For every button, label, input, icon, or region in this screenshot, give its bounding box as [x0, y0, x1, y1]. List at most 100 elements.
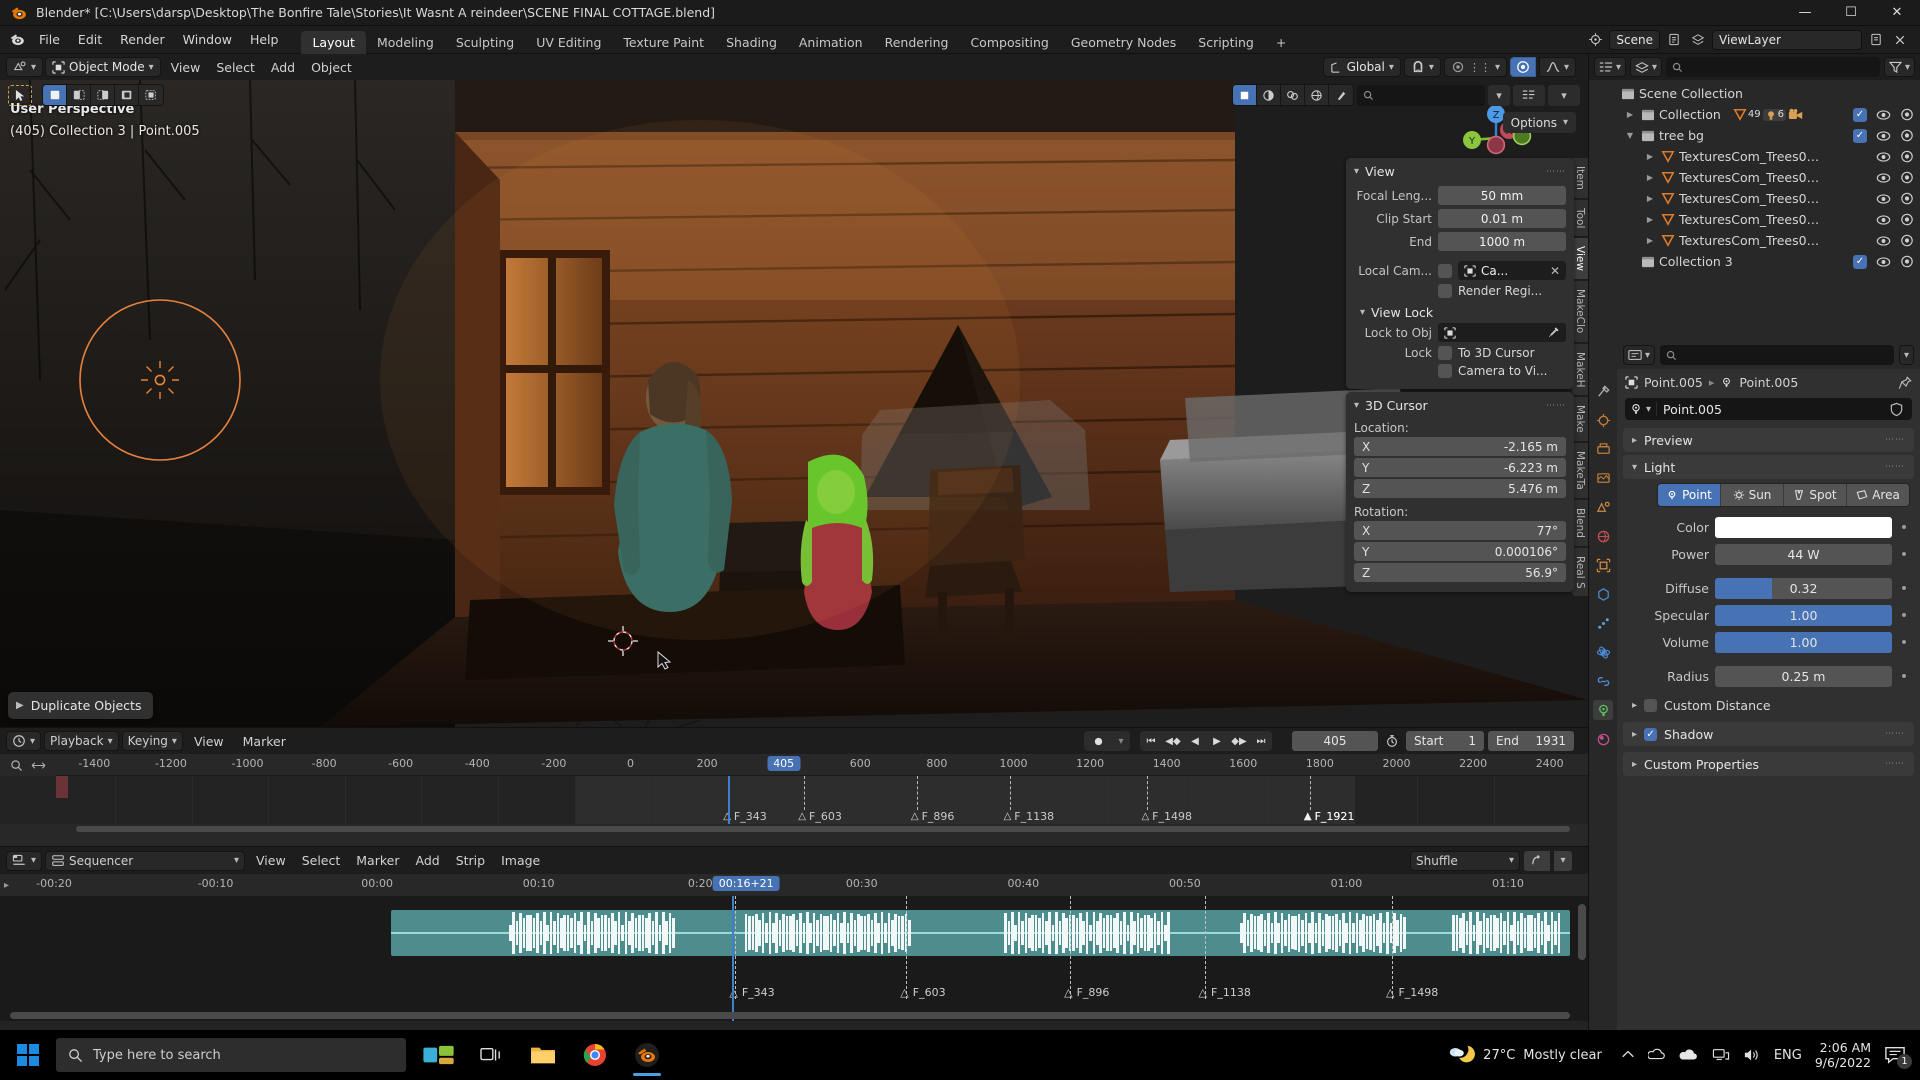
timeline-keyframe-track[interactable]: △F_343△F_603△F_896△F_1138△F_1498△F_1921▲…: [0, 776, 1588, 824]
tab-object-data[interactable]: [1593, 700, 1613, 720]
viewport-menu-object[interactable]: Object: [303, 58, 360, 77]
transform-orientation-selector[interactable]: Global ▾: [1322, 57, 1401, 77]
properties-editor[interactable]: ▾ ▾ Point.005 ▸ Point.005 ▾ Point.005 ▸ …: [1588, 341, 1920, 1032]
workspace-tab-modeling[interactable]: Modeling: [366, 31, 445, 54]
expand-toggle-icon[interactable]: ▼: [1623, 131, 1637, 140]
sequencer-marker[interactable]: △ F_1498: [1386, 986, 1438, 999]
language-indicator[interactable]: ENG: [1774, 1048, 1802, 1063]
taskbar-clock[interactable]: 2:06 AM 9/6/2022: [1815, 1040, 1871, 1070]
workspace-tab-layout[interactable]: Layout: [301, 30, 366, 54]
disable-in-renders-icon[interactable]: [1900, 108, 1914, 121]
viewport-sidebar-npanel[interactable]: ▾ View ⋯⋯ Focal Leng... 50 mm Clip Start 0.…: [1346, 158, 1574, 595]
workspace-tab-geometry-nodes[interactable]: Geometry Nodes: [1060, 31, 1187, 54]
sequencer-marker[interactable]: △ F_603: [900, 986, 945, 999]
outliner-tree[interactable]: Scene Collection ▶ Collection 49 6 ✓ ▼ tree bg ✓…: [1589, 80, 1920, 275]
outliner-item-name[interactable]: TexturesCom_Trees0…: [1679, 170, 1819, 185]
exclude-checkbox[interactable]: ✓: [1853, 254, 1867, 269]
menu-edit[interactable]: Edit: [69, 29, 111, 50]
menu-file[interactable]: File: [30, 29, 69, 50]
tab-physics[interactable]: [1593, 642, 1613, 662]
workspace-tab-animation[interactable]: Animation: [788, 31, 874, 54]
outliner-row[interactable]: Collection 3 ✓: [1589, 251, 1920, 272]
expand-toggle-icon[interactable]: ▶: [1643, 152, 1657, 161]
sequencer-horizontal-scrollbar[interactable]: [10, 1012, 1570, 1019]
shadow-enable-checkbox[interactable]: ✓: [1644, 727, 1658, 741]
volume-icon[interactable]: [1743, 1047, 1761, 1063]
outliner-display-mode-selector[interactable]: ▾: [1630, 57, 1663, 77]
sequencer-ruler[interactable]: -00:20 -00:10 00:00 00:10 0:20 00:30 00:40 00:5…: [14, 874, 1588, 896]
tab-render[interactable]: [1593, 410, 1613, 430]
timeline-frame-range-icon[interactable]: [31, 760, 46, 771]
sequencer-marker[interactable]: △ F_1138: [1199, 986, 1251, 999]
tab-constraints[interactable]: [1593, 671, 1613, 691]
select-intersect-mode[interactable]: [139, 85, 163, 105]
custom-distance-checkbox[interactable]: [1644, 699, 1658, 712]
sequencer-menu-image[interactable]: Image: [493, 851, 548, 870]
outliner-item-name[interactable]: TexturesCom_Trees0…: [1679, 212, 1819, 227]
animate-property-dot-icon[interactable]: •: [1898, 669, 1910, 685]
xray-toggle[interactable]: [1257, 85, 1281, 105]
sequencer-view-type-selector[interactable]: Sequencer ▾: [45, 850, 246, 871]
start-button[interactable]: [0, 1030, 56, 1080]
editor-type-selector[interactable]: ▾: [6, 57, 44, 77]
viewport-shading-brush-icon[interactable]: [1329, 85, 1353, 105]
taskbar-search-input[interactable]: Type here to search: [56, 1038, 406, 1072]
cursor-rotation-row[interactable]: Y 0.000106°: [1354, 542, 1566, 561]
light-value-field[interactable]: 44 W: [1715, 544, 1892, 565]
animate-property-dot-icon[interactable]: •: [1898, 581, 1910, 597]
outliner-search-input[interactable]: [1666, 57, 1880, 77]
viewport-gizmo-filter-icon[interactable]: ▾: [1548, 84, 1580, 106]
world-shading-toggle[interactable]: [1305, 85, 1329, 105]
sequencer-playhead[interactable]: [732, 896, 735, 1021]
light-type-sun[interactable]: Sun: [1721, 484, 1784, 506]
view-row-value[interactable]: 1000 m: [1438, 232, 1566, 251]
disable-in-renders-icon[interactable]: [1900, 171, 1914, 184]
properties-search-input[interactable]: [1660, 345, 1894, 365]
lock-to-3d-cursor-checkbox[interactable]: [1438, 346, 1452, 360]
workspace-tab-scripting[interactable]: Scripting: [1187, 31, 1265, 54]
custom-properties-panel-header[interactable]: ▸ Custom Properties ⋯⋯: [1623, 752, 1914, 776]
timeline-view-menu[interactable]: View: [186, 732, 232, 751]
tab-particles[interactable]: [1593, 613, 1613, 633]
view-panel-header[interactable]: ▾ View ⋯⋯: [1346, 158, 1574, 185]
hide-in-viewport-icon[interactable]: [1876, 151, 1891, 163]
properties-options-button[interactable]: ▾: [1898, 345, 1914, 365]
outliner-item-name[interactable]: TexturesCom_Trees0…: [1679, 191, 1819, 206]
sequencer-menu-strip[interactable]: Strip: [448, 851, 493, 870]
viewport-menu-view[interactable]: View: [163, 58, 209, 77]
sequencer-menu-add[interactable]: Add: [407, 851, 447, 870]
outliner-row[interactable]: ▶ TexturesCom_Trees0…: [1589, 209, 1920, 230]
outliner-editor[interactable]: ▾ ▾ ▾ Scene Collection ▶ Collection 49 6 ✓ ▼ tr…: [1588, 54, 1920, 341]
cursor-location-row[interactable]: X -2.165 m: [1354, 437, 1566, 456]
sequencer-marker[interactable]: △F_343: [729, 986, 774, 999]
animate-property-dot-icon[interactable]: •: [1898, 635, 1910, 651]
clear-camera-icon[interactable]: ✕: [1550, 264, 1560, 278]
tab-tool[interactable]: [1593, 381, 1613, 401]
timeline-marker[interactable]: △ F_1498: [1141, 810, 1192, 823]
outliner-row[interactable]: ▶ TexturesCom_Trees0…: [1589, 230, 1920, 251]
cursor-rotation-row[interactable]: X 77°: [1354, 521, 1566, 540]
sequencer-menu-marker[interactable]: Marker: [348, 851, 407, 870]
remove-view-layer-icon[interactable]: [1890, 30, 1910, 50]
timeline-search-icon[interactable]: [10, 759, 23, 772]
animate-property-dot-icon[interactable]: •: [1898, 608, 1910, 624]
timeline-editor[interactable]: ▾ Playback ▾ Keying ▾ View Marker ▾ ⏮ ◀◆…: [0, 727, 1588, 846]
outliner-item-name[interactable]: Scene Collection: [1639, 86, 1743, 101]
disable-in-renders-icon[interactable]: [1900, 255, 1914, 268]
3d-viewport[interactable]: User Perspective (405) Collection 3 | Po…: [0, 54, 1588, 727]
overlays-toggle[interactable]: [1281, 85, 1305, 105]
overlap-mode-selector[interactable]: Shuffle ▾: [1410, 850, 1520, 871]
sequencer-snap-options-icon[interactable]: ▾: [1554, 850, 1572, 871]
properties-editor-type-selector[interactable]: ▾: [1623, 345, 1656, 365]
menu-window[interactable]: Window: [174, 29, 241, 50]
show-hidden-icons-chevron[interactable]: [1621, 1048, 1635, 1062]
task-view-button[interactable]: [468, 1033, 514, 1077]
viewport-render-canvas[interactable]: User Perspective (405) Collection 3 | Po…: [0, 80, 1588, 727]
sequencer-vertical-scrollbar[interactable]: [1578, 904, 1586, 960]
animate-property-dot-icon[interactable]: •: [1898, 520, 1910, 536]
disable-in-renders-icon[interactable]: [1900, 213, 1914, 226]
exclude-checkbox[interactable]: ✓: [1853, 107, 1867, 122]
viewport-search-input[interactable]: [1357, 84, 1485, 106]
expand-toggle-icon[interactable]: ▶: [1643, 236, 1657, 245]
datablock-browse-button[interactable]: ▾: [1629, 402, 1658, 416]
